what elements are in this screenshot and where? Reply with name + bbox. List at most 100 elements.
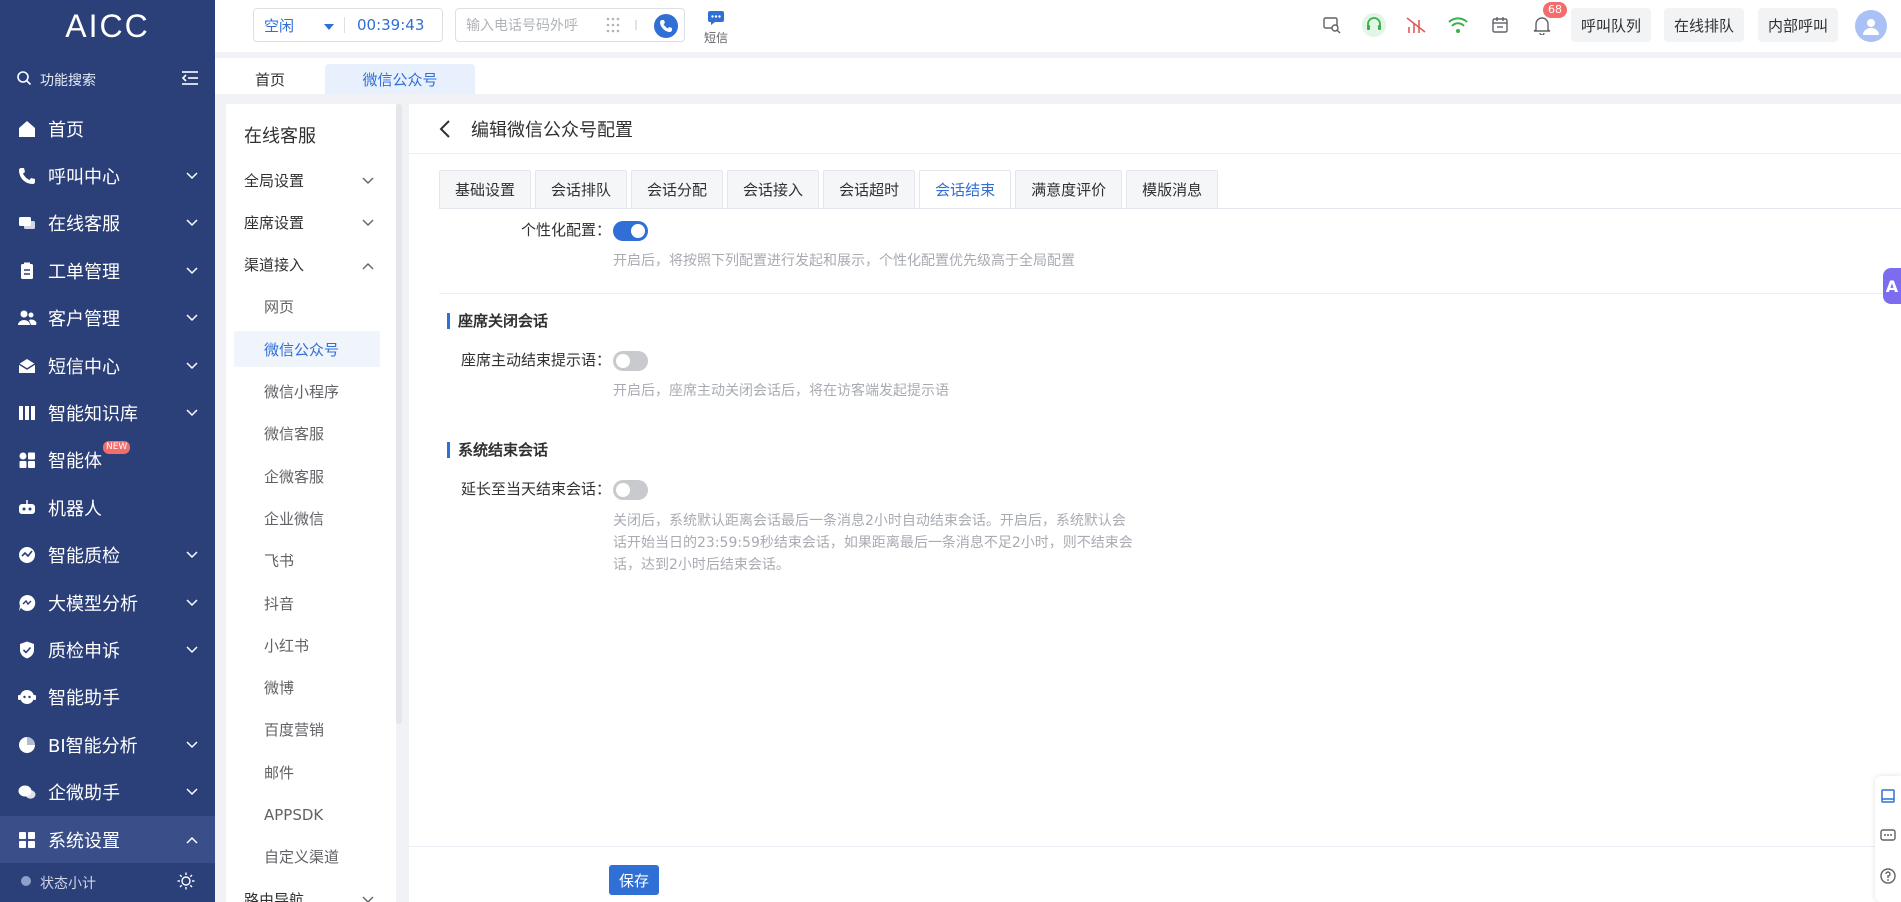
subnav-group[interactable]: 全局设置 — [234, 162, 380, 198]
signal-off-icon[interactable] — [1403, 12, 1429, 38]
page-tab-wechat-official[interactable]: 微信公众号 — [325, 64, 475, 94]
sidebar-item-label: 机器人 — [48, 498, 102, 520]
hint-line: 话，达到2小时后结束会话。 — [613, 557, 790, 573]
internal-call-button[interactable]: 内部呼叫 — [1758, 8, 1838, 42]
dial-input[interactable]: 输入电话号码外呼 — [455, 8, 685, 42]
sidebar-item[interactable]: 大模型分析 — [0, 579, 215, 626]
sidebar-item-label: 质检申诉 — [48, 640, 120, 662]
subnav-item-label: 全局设置 — [244, 171, 305, 190]
chevron-down-icon — [185, 785, 199, 799]
grid-icon — [16, 449, 38, 471]
call-queue-button[interactable]: 呼叫队列 — [1571, 8, 1651, 42]
sidebar-item[interactable]: 智能质检 — [0, 532, 215, 579]
subnav-group[interactable]: 路由导航 — [234, 881, 380, 902]
config-tab[interactable]: 会话结束 — [919, 170, 1012, 208]
subnav-item[interactable]: 邮件 — [234, 754, 380, 790]
chat-bubble-icon[interactable] — [1875, 816, 1901, 856]
dialpad-icon[interactable] — [606, 17, 646, 37]
top-toolbar-icons: 68 — [1319, 2, 1571, 38]
chevron-down-icon — [185, 169, 199, 183]
theme-sun-icon[interactable] — [177, 872, 195, 894]
subnav-item[interactable]: 抖音 — [234, 585, 380, 621]
section-system-close-title: 系统结束会话 — [447, 442, 548, 458]
sidebar-item[interactable]: 在线客服 — [0, 200, 215, 247]
page-tab-home[interactable]: 首页 — [235, 64, 305, 94]
headset-icon[interactable] — [1361, 12, 1387, 38]
call-button[interactable] — [654, 14, 678, 38]
subnav-item[interactable]: 微博 — [234, 670, 380, 706]
subnav-item-label: 企微客服 — [264, 467, 325, 486]
ai-assistant-float[interactable]: A — [1883, 268, 1901, 304]
subnav-item[interactable]: 飞书 — [234, 543, 380, 579]
agent-close-tip-toggle[interactable] — [613, 351, 648, 371]
subnav-item[interactable]: 自定义渠道 — [234, 839, 380, 875]
config-tab[interactable]: 基础设置 — [439, 170, 532, 208]
sidebar-item[interactable]: 呼叫中心 — [0, 152, 215, 199]
new-badge: NEW — [103, 440, 131, 454]
config-tab[interactable]: 会话排队 — [535, 170, 628, 208]
bell-icon[interactable]: 68 — [1529, 2, 1567, 38]
subnav-item[interactable]: 微信小程序 — [234, 374, 380, 410]
sidebar-item[interactable]: 机器人 — [0, 484, 215, 531]
config-tab[interactable]: 模版消息 — [1126, 170, 1219, 208]
subnav-item[interactable]: 百度营销 — [234, 712, 380, 748]
extend-to-day-end-label: 延长至当天结束会话： — [460, 480, 611, 498]
sidebar-item[interactable]: 客户管理 — [0, 295, 215, 342]
notification-badge: 68 — [1543, 2, 1567, 18]
notebook-icon[interactable] — [1875, 776, 1901, 816]
sidebar-item[interactable]: 系统设置 — [0, 815, 215, 864]
config-tab[interactable]: 会话分配 — [631, 170, 724, 208]
config-tab[interactable]: 会话接入 — [727, 170, 820, 208]
sidebar-item[interactable]: 智能知识库 — [0, 389, 215, 436]
toggle-knob — [616, 483, 630, 497]
online-queue-button[interactable]: 在线排队 — [1664, 8, 1744, 42]
sidebar-item[interactable]: 企微助手 — [0, 768, 215, 815]
subnav-item[interactable]: 微信客服 — [234, 416, 380, 452]
sidebar-item[interactable]: 首页 — [0, 105, 215, 152]
personalize-toggle[interactable] — [613, 221, 648, 241]
subnav-group[interactable]: 渠道接入 — [234, 247, 380, 283]
avatar[interactable] — [1855, 10, 1887, 42]
subnav-item-label: 企业微信 — [264, 509, 325, 528]
sidebar-item[interactable]: BI智能分析 — [0, 721, 215, 768]
chevron-down-icon — [185, 216, 199, 230]
save-button[interactable]: 保存 — [609, 865, 659, 895]
sidebar-item[interactable]: 工单管理 — [0, 247, 215, 294]
subnav-scrollbar[interactable] — [396, 104, 402, 724]
feature-search[interactable]: 功能搜索 — [0, 52, 215, 108]
subnav-item[interactable]: 微信公众号 — [234, 331, 380, 368]
shield-check-icon — [16, 639, 38, 661]
config-tab[interactable]: 会话超时 — [823, 170, 916, 208]
message-search-icon[interactable] — [1319, 12, 1345, 38]
app-logo: AICC — [0, 0, 215, 52]
page-header: 编辑微信公众号配置 — [409, 104, 1901, 154]
subnav-item[interactable]: 企业微信 — [234, 500, 380, 536]
collapse-menu-icon[interactable] — [181, 70, 199, 90]
subnav-item[interactable]: 企微客服 — [234, 458, 380, 494]
sidebar-item[interactable]: 智能体 NEW — [0, 437, 215, 484]
help-icon[interactable] — [1875, 856, 1901, 896]
subnav-group[interactable]: 座席设置 — [234, 204, 380, 240]
subnav-item[interactable]: 网页 — [234, 289, 380, 325]
users-icon — [16, 307, 38, 329]
agent-status-select[interactable]: 空闲 — [254, 15, 344, 36]
sms-button[interactable]: 短信 — [700, 10, 732, 46]
sidebar-item-label: 工单管理 — [48, 261, 120, 283]
chevron-down-icon — [185, 738, 199, 752]
back-arrow-icon[interactable] — [439, 119, 459, 139]
dial-placeholder: 输入电话号码外呼 — [466, 18, 578, 34]
subnav-item-label: 飞书 — [264, 552, 295, 571]
settings-grid-icon — [16, 829, 38, 851]
tabs-underline — [439, 208, 1901, 209]
sidebar-item[interactable]: 短信中心 — [0, 342, 215, 389]
config-tab[interactable]: 满意度评价 — [1015, 170, 1123, 208]
search-label: 功能搜索 — [40, 73, 96, 89]
sidebar-item[interactable]: 智能助手 — [0, 674, 215, 721]
subnav-item[interactable]: 小红书 — [234, 627, 380, 663]
save-bar: 保存 — [409, 846, 1901, 902]
sidebar-item[interactable]: 质检申诉 — [0, 626, 215, 673]
status-summary[interactable]: 状态小计 — [0, 864, 215, 902]
extend-to-day-end-toggle[interactable] — [613, 480, 648, 500]
subnav-item[interactable]: APPSDK — [234, 797, 380, 833]
calendar-icon[interactable] — [1487, 12, 1513, 38]
